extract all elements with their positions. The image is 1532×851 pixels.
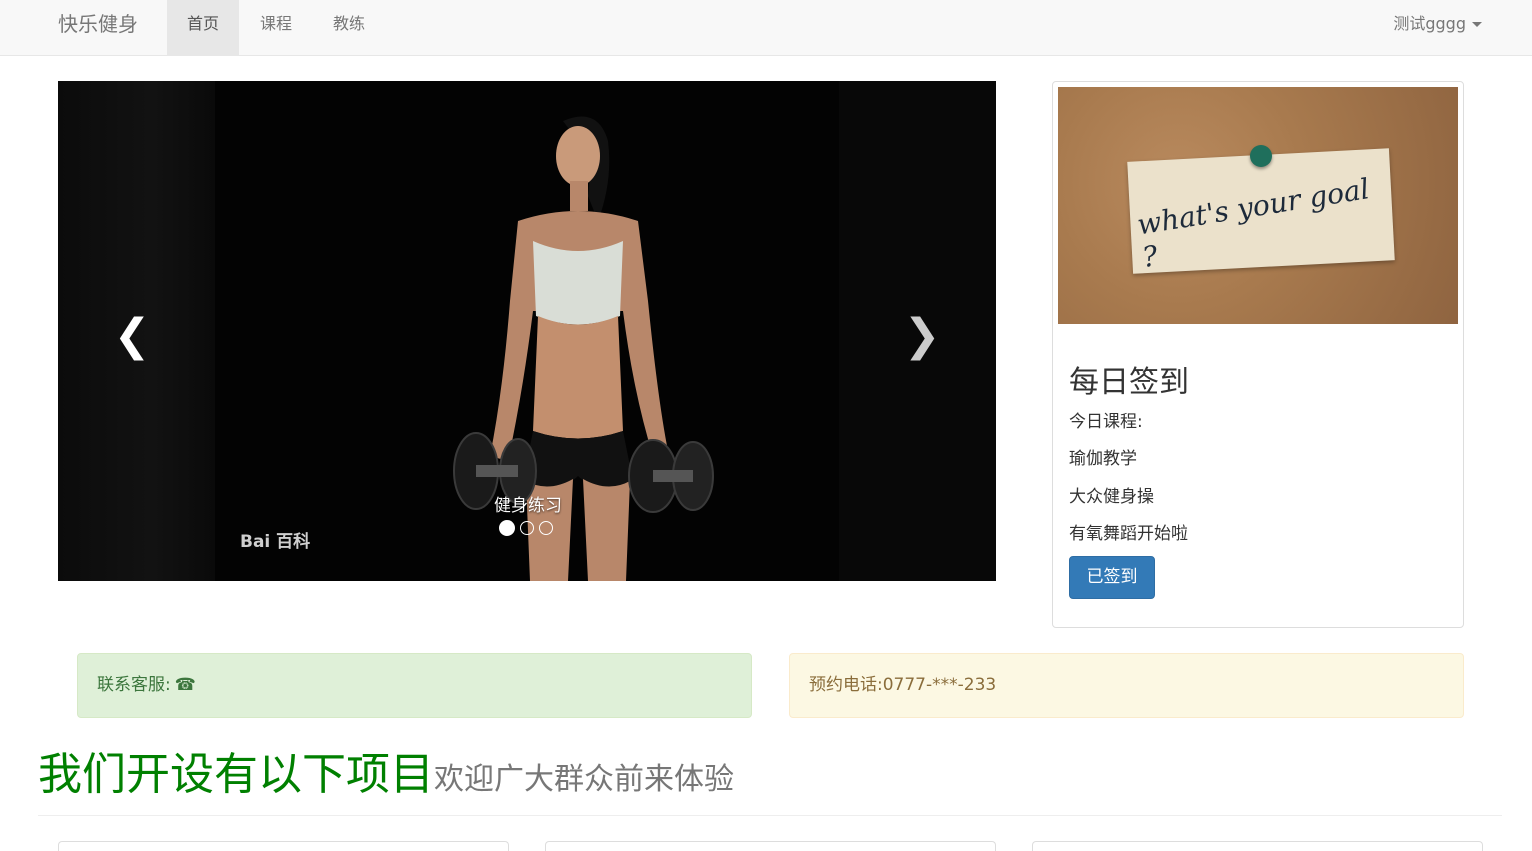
today-courses-label: 今日课程:	[1069, 412, 1143, 432]
booking-phone-text: 预约电话:0777-***-233	[809, 675, 997, 695]
course-item: 瑜伽教学	[1069, 449, 1137, 469]
goal-note-text: what's your goal ?	[1134, 172, 1372, 275]
booking-phone-alert: 预约电话:0777-***-233	[789, 653, 1464, 718]
section-title: 我们开设有以下项目	[38, 749, 434, 800]
baidu-watermark-logo: Bai 百科	[240, 532, 311, 552]
checkin-button[interactable]: 已签到	[1069, 556, 1155, 599]
project-card[interactable]	[1032, 841, 1483, 851]
section-divider	[38, 815, 1502, 816]
goal-corkboard-image: what's your goal ?	[1058, 87, 1458, 324]
user-name: 测试gggg	[1393, 14, 1466, 33]
section-heading: 我们开设有以下项目欢迎广大群众前来体验	[38, 738, 734, 802]
customer-service-label: 联系客服:	[97, 675, 171, 695]
chevron-left-icon: ❮	[113, 310, 151, 361]
user-dropdown[interactable]: 测试gggg	[1393, 0, 1482, 50]
nav-item-courses[interactable]: 课程	[240, 0, 312, 56]
nav-item-home[interactable]: 首页	[167, 0, 239, 56]
project-card[interactable]	[58, 841, 509, 851]
chevron-right-icon: ❯	[903, 310, 941, 361]
goal-note: what's your goal ?	[1127, 148, 1395, 274]
checkin-title: 每日签到	[1069, 365, 1189, 400]
carousel-indicators	[499, 520, 559, 537]
course-item: 有氧舞蹈开始啦	[1069, 524, 1188, 544]
carousel-indicator-1[interactable]	[499, 520, 515, 536]
section-subtitle: 欢迎广大群众前来体验	[434, 762, 734, 797]
project-card[interactable]	[545, 841, 996, 851]
daily-checkin-card: what's your goal ? 每日签到 今日课程: 瑜伽教学 大众健身操…	[1052, 81, 1464, 628]
course-item: 大众健身操	[1069, 487, 1154, 507]
carousel-indicator-3[interactable]	[539, 521, 553, 535]
nav-item-coaches[interactable]: 教练	[313, 0, 385, 56]
fitness-woman-image	[453, 116, 714, 581]
carousel-next-button[interactable]: ❯	[902, 311, 942, 361]
carousel-indicator-2[interactable]	[520, 521, 534, 535]
carousel-prev-button[interactable]: ❮	[112, 311, 152, 361]
caret-down-icon	[1472, 22, 1482, 27]
phone-icon[interactable]: ☎	[175, 654, 196, 717]
top-navbar: 快乐健身 首页 课程 教练 测试gggg	[0, 0, 1532, 56]
customer-service-alert: 联系客服: ☎	[77, 653, 752, 718]
carousel-caption: 健身练习	[494, 496, 562, 516]
pushpin-icon	[1250, 145, 1272, 167]
brand-logo[interactable]: 快乐健身	[58, 0, 138, 50]
image-carousel: ❮ ❯ Bai 百科 健身练习	[58, 81, 996, 581]
